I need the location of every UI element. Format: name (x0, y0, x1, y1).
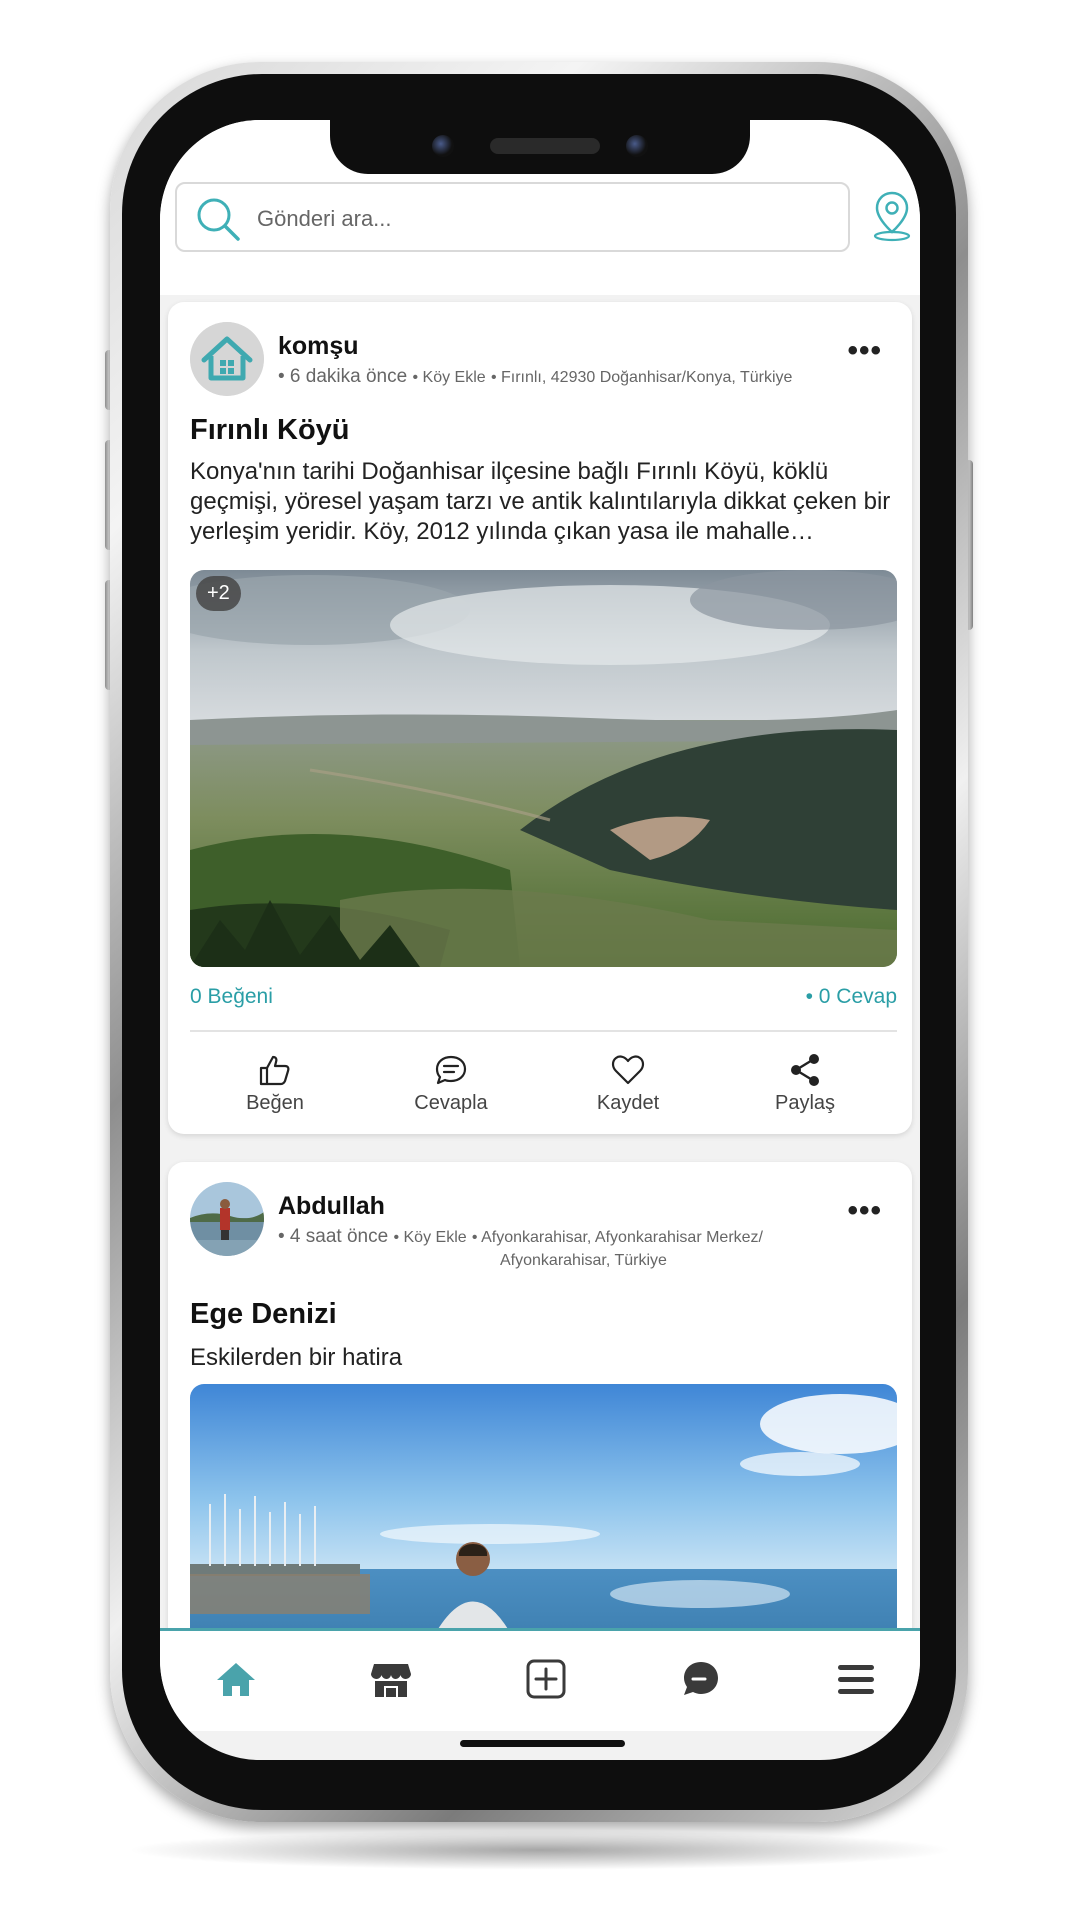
like-count[interactable]: 0 Beğeni (190, 985, 273, 1009)
post-author[interactable]: Abdullah (278, 1192, 385, 1221)
post-card[interactable]: Abdullah • 4 saat önce • Köy Ekle • Afyo… (168, 1162, 912, 1714)
divider (190, 1030, 897, 1032)
post-title[interactable]: Fırınlı Köyü (190, 414, 350, 447)
search-bar[interactable] (175, 182, 850, 252)
extra-photos-badge[interactable]: +2 (196, 576, 241, 611)
post-meta: • 6 dakika önce • Köy Ekle • Fırınlı, 42… (278, 366, 838, 389)
house-icon (190, 322, 264, 396)
post-title[interactable]: Ege Denizi (190, 1298, 337, 1331)
more-options-button[interactable]: ••• (847, 334, 882, 368)
comment-icon (435, 1055, 467, 1085)
post-tag[interactable]: • Köy Ekle (412, 369, 485, 386)
reply-count[interactable]: • 0 Cevap (806, 985, 897, 1009)
post-tag[interactable]: • Köy Ekle (393, 1229, 466, 1246)
like-label: Beğen (246, 1092, 304, 1114)
add-post-icon[interactable] (522, 1655, 570, 1703)
post-location[interactable]: • Afyonkarahisar, Afyonkarahisar Merkez/ (472, 1229, 763, 1246)
post-card[interactable]: komşu • 6 dakika önce • Köy Ekle • Fırın… (168, 302, 912, 1134)
post-text[interactable]: Konya'nın tarihi Doğanhisar ilçesine bağ… (190, 457, 900, 547)
post-location[interactable]: • Fırınlı, 42930 Doğanhisar/Konya, Türki… (491, 369, 792, 386)
post-text[interactable]: Eskilerden bir hatira (190, 1343, 900, 1373)
store-icon[interactable] (367, 1655, 415, 1703)
save-button[interactable]: Kaydet (558, 1052, 698, 1115)
save-label: Kaydet (596, 1092, 660, 1114)
location-pin-icon[interactable] (870, 190, 914, 242)
heart-icon (611, 1055, 645, 1085)
share-label: Paylaş (774, 1092, 836, 1114)
bottom-nav (160, 1628, 920, 1731)
front-camera (626, 135, 648, 157)
post-author[interactable]: komşu (278, 332, 359, 361)
post-stats: 0 Beğeni • 0 Cevap (190, 985, 897, 1015)
app-screen: komşu • 6 dakika önce • Köy Ekle • Fırın… (160, 120, 920, 1760)
like-button[interactable]: Beğen (205, 1052, 345, 1115)
avatar[interactable] (190, 1182, 264, 1256)
menu-icon[interactable] (832, 1655, 880, 1703)
post-photo[interactable]: +2 (190, 570, 897, 967)
more-options-button[interactable]: ••• (847, 1194, 882, 1228)
thumbs-up-icon (259, 1055, 290, 1086)
share-button[interactable]: Paylaş (735, 1052, 875, 1115)
phone-shadow (125, 1830, 955, 1870)
notch (330, 120, 750, 174)
home-icon[interactable] (212, 1655, 260, 1703)
post-time: • 4 saat önce (278, 1226, 389, 1247)
post-meta: • 4 saat önce • Köy Ekle • Afyonkarahisa… (278, 1226, 838, 1272)
front-sensor (432, 135, 454, 157)
earpiece-speaker (490, 138, 600, 154)
post-location-cont[interactable]: Afyonkarahisar, Türkiye (278, 1252, 667, 1269)
share-icon (791, 1054, 819, 1086)
search-input[interactable] (255, 202, 819, 236)
reply-label: Cevapla (414, 1092, 488, 1114)
landscape-photo (190, 570, 897, 967)
reply-button[interactable]: Cevapla (381, 1052, 521, 1115)
avatar[interactable] (190, 322, 264, 396)
search-icon (197, 198, 240, 241)
messages-icon[interactable] (677, 1655, 725, 1703)
post-time: • 6 dakika önce (278, 366, 408, 387)
profile-photo (190, 1182, 264, 1256)
home-indicator[interactable] (460, 1740, 625, 1747)
